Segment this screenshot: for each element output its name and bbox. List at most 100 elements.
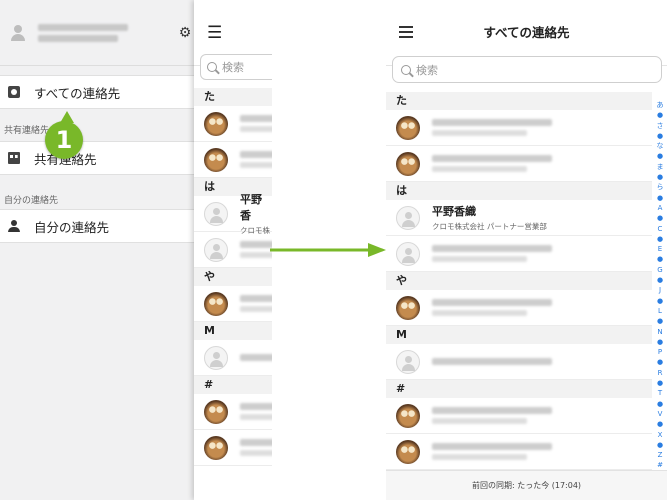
search-icon bbox=[401, 64, 411, 75]
search-icon bbox=[207, 62, 217, 72]
index-letter[interactable]: C bbox=[653, 224, 667, 234]
index-letter[interactable]: J bbox=[653, 285, 667, 295]
index-letter[interactable]: ら bbox=[653, 182, 667, 192]
index-letter[interactable]: R bbox=[653, 368, 667, 378]
contact-list: た は 平野香 クロモ株 や M # bbox=[194, 88, 272, 466]
section-header: M bbox=[386, 326, 652, 344]
default-avatar bbox=[204, 201, 228, 226]
section-label-mine: 自分の連絡先 bbox=[4, 196, 59, 206]
contact-row[interactable] bbox=[194, 394, 272, 430]
contact-row[interactable] bbox=[386, 110, 652, 146]
menu-item-shared-contacts[interactable]: 共有連絡先 bbox=[0, 141, 206, 175]
section-header: や bbox=[194, 268, 272, 286]
contact-row[interactable] bbox=[386, 290, 652, 326]
owl-avatar bbox=[204, 111, 228, 136]
owl-avatar bbox=[204, 147, 228, 172]
owl-avatar bbox=[396, 403, 420, 428]
search-placeholder: 検索 bbox=[222, 61, 244, 74]
index-letter[interactable]: ● bbox=[653, 172, 667, 182]
index-letter[interactable]: ● bbox=[653, 337, 667, 347]
contact-row[interactable] bbox=[386, 236, 652, 272]
index-letter[interactable]: ● bbox=[653, 110, 667, 120]
index-letter[interactable]: Z bbox=[653, 450, 667, 460]
index-letter[interactable]: ● bbox=[653, 151, 667, 161]
gear-icon[interactable]: ⚙ bbox=[174, 25, 196, 41]
contact-row[interactable] bbox=[194, 430, 272, 466]
index-letter[interactable]: あ bbox=[653, 100, 667, 110]
index-letter[interactable]: L bbox=[653, 306, 667, 316]
index-letter[interactable]: T bbox=[653, 388, 667, 398]
menu-item-label: すべての連絡先 bbox=[34, 85, 121, 101]
default-avatar bbox=[396, 349, 420, 374]
index-letter[interactable]: ● bbox=[653, 419, 667, 429]
owl-avatar bbox=[396, 295, 420, 320]
left-screen: ⚙ すべての連絡先 共有連絡先 共有連絡先 自分の連絡先 自分の連絡先 ☰ 検索 bbox=[0, 0, 272, 500]
owl-avatar bbox=[204, 399, 228, 424]
contact-row[interactable] bbox=[194, 142, 272, 178]
group-icon bbox=[8, 152, 20, 164]
index-letter[interactable]: ● bbox=[653, 378, 667, 388]
index-letter[interactable]: ● bbox=[653, 254, 667, 264]
side-menu: ⚙ すべての連絡先 共有連絡先 共有連絡先 自分の連絡先 自分の連絡先 bbox=[0, 0, 206, 500]
search-placeholder: 検索 bbox=[416, 63, 438, 77]
index-letter[interactable]: V bbox=[653, 409, 667, 419]
index-letter[interactable]: ● bbox=[653, 357, 667, 367]
contact-row[interactable]: 平野香織 クロモ株式会社 パートナー営業部 bbox=[386, 200, 652, 236]
index-letter[interactable]: ● bbox=[653, 440, 667, 450]
default-avatar bbox=[204, 237, 228, 262]
contact-row[interactable] bbox=[386, 344, 652, 380]
section-header: や bbox=[386, 272, 652, 290]
index-letter[interactable]: X bbox=[653, 430, 667, 440]
contact-company: クロモ株 bbox=[240, 226, 270, 235]
contact-row[interactable] bbox=[386, 398, 652, 434]
menu-item-my-contacts[interactable]: 自分の連絡先 bbox=[0, 209, 206, 243]
index-letter[interactable]: A bbox=[653, 203, 667, 213]
account-header[interactable]: ⚙ bbox=[0, 0, 206, 66]
section-header: た bbox=[194, 88, 272, 106]
contact-row[interactable] bbox=[194, 286, 272, 322]
search-input[interactable]: 検索 bbox=[200, 54, 272, 80]
index-letter[interactable]: ● bbox=[653, 213, 667, 223]
default-avatar bbox=[396, 205, 420, 230]
alphabet-index-bar[interactable]: あ ● さ ● な ● ま ● ら ● A ● C ● E ● G ● J ● L ● N ● P ● R ● T ● V ● X ● Z # bbox=[653, 100, 667, 471]
contact-row[interactable] bbox=[386, 146, 652, 182]
index-letter[interactable]: ● bbox=[653, 399, 667, 409]
index-letter[interactable]: な bbox=[653, 141, 667, 151]
index-letter[interactable]: ● bbox=[653, 296, 667, 306]
default-avatar bbox=[396, 241, 420, 266]
contact-row[interactable] bbox=[194, 232, 272, 268]
screenshot-stage: ⚙ すべての連絡先 共有連絡先 共有連絡先 自分の連絡先 自分の連絡先 ☰ 検索 bbox=[0, 0, 667, 500]
index-letter[interactable]: ● bbox=[653, 316, 667, 326]
index-letter[interactable]: P bbox=[653, 347, 667, 357]
owl-avatar bbox=[396, 115, 420, 140]
search-input[interactable]: 検索 bbox=[392, 56, 662, 83]
index-letter[interactable]: ま bbox=[653, 162, 667, 172]
index-letter[interactable]: さ bbox=[653, 121, 667, 131]
right-screen: すべての連絡先 検索 た は 平野香織 クロモ株式会社 パートナー営業部 や M … bbox=[386, 0, 667, 500]
index-letter[interactable]: ● bbox=[653, 193, 667, 203]
index-letter[interactable]: E bbox=[653, 244, 667, 254]
index-letter[interactable]: ● bbox=[653, 275, 667, 285]
contact-row[interactable]: 平野香 クロモ株 bbox=[194, 193, 272, 235]
index-letter[interactable]: G bbox=[653, 265, 667, 275]
contact-name: 平野香 bbox=[240, 193, 262, 222]
menu-item-all-contacts[interactable]: すべての連絡先 bbox=[0, 75, 206, 109]
contact-row[interactable] bbox=[194, 340, 272, 376]
index-letter[interactable]: ● bbox=[653, 234, 667, 244]
section-header: は bbox=[386, 182, 652, 200]
step-callout-badge: 1 bbox=[45, 111, 83, 159]
menu-icon[interactable] bbox=[399, 26, 413, 38]
pushed-contact-list: ☰ 検索 た は 平野香 クロモ株 や M # bbox=[194, 0, 272, 500]
user-icon bbox=[10, 24, 26, 42]
index-letter[interactable]: N bbox=[653, 327, 667, 337]
section-header: M bbox=[194, 322, 272, 340]
contact-row[interactable] bbox=[194, 106, 272, 142]
contact-row[interactable] bbox=[386, 434, 652, 470]
index-letter[interactable]: ● bbox=[653, 131, 667, 141]
section-header: た bbox=[386, 92, 652, 110]
account-info-blurred bbox=[38, 20, 174, 46]
owl-avatar bbox=[396, 439, 420, 464]
contact-list: た は 平野香織 クロモ株式会社 パートナー営業部 や M # bbox=[386, 92, 652, 470]
owl-avatar bbox=[204, 291, 228, 316]
page-title: すべての連絡先 bbox=[483, 25, 570, 40]
